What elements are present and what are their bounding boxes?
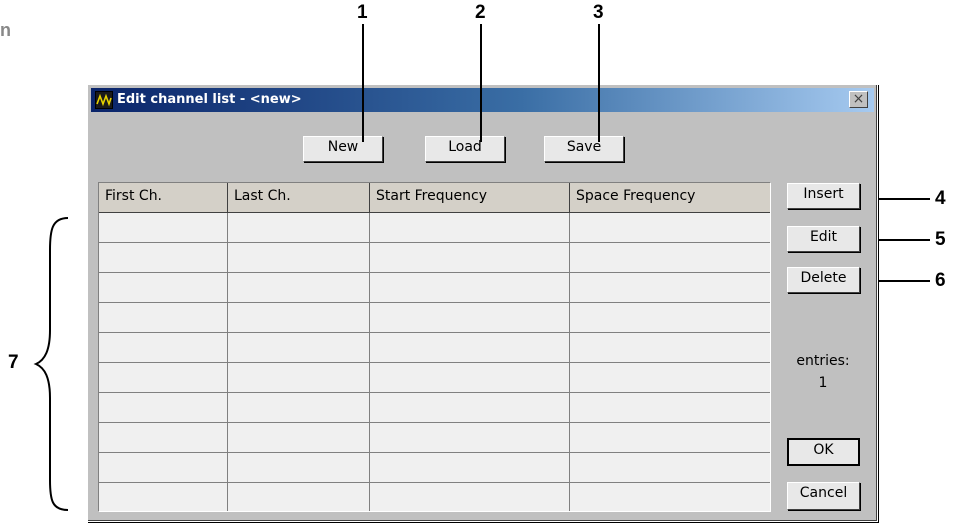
callout-5: 5 <box>935 229 946 250</box>
column-header-last-ch[interactable]: Last Ch. <box>228 183 370 213</box>
table-cell[interactable] <box>570 453 770 483</box>
entries-label: entries: <box>796 353 850 369</box>
table-row[interactable] <box>99 303 770 333</box>
table-cell[interactable] <box>370 303 570 333</box>
table-cell[interactable] <box>228 453 370 483</box>
table-row[interactable] <box>99 333 770 363</box>
table-cell[interactable] <box>570 393 770 423</box>
callout-2: 2 <box>475 2 486 23</box>
callout-6: 6 <box>935 270 946 291</box>
table-cell[interactable] <box>228 333 370 363</box>
table-cell[interactable] <box>370 483 570 511</box>
table-cell[interactable] <box>370 333 570 363</box>
table-row[interactable] <box>99 363 770 393</box>
save-button[interactable]: Save <box>544 136 624 162</box>
table-cell[interactable] <box>370 423 570 453</box>
table-row[interactable] <box>99 243 770 273</box>
column-header-first-ch[interactable]: First Ch. <box>99 183 228 213</box>
table-cell[interactable] <box>370 453 570 483</box>
table-cell[interactable] <box>228 393 370 423</box>
table-cell[interactable] <box>99 363 228 393</box>
table-cell[interactable] <box>570 483 770 511</box>
table-cell[interactable] <box>228 483 370 511</box>
table-cell[interactable] <box>228 243 370 273</box>
table-cell[interactable] <box>99 333 228 363</box>
brace-7 <box>33 217 69 511</box>
cancel-button[interactable]: Cancel <box>787 482 860 510</box>
callout-1: 1 <box>357 2 368 23</box>
table-cell[interactable] <box>99 243 228 273</box>
table-cell[interactable] <box>370 273 570 303</box>
channel-table: First Ch. Last Ch. Start Frequency Space… <box>98 182 771 512</box>
table-cell[interactable] <box>228 363 370 393</box>
table-cell[interactable] <box>228 423 370 453</box>
table-cell[interactable] <box>99 483 228 511</box>
table-cell[interactable] <box>99 303 228 333</box>
table-cell[interactable] <box>99 213 228 243</box>
table-row[interactable] <box>99 213 770 243</box>
load-button[interactable]: Load <box>425 136 505 162</box>
table-cell[interactable] <box>228 213 370 243</box>
margin-letter: n <box>0 20 11 40</box>
table-row[interactable] <box>99 483 770 511</box>
table-header: First Ch. Last Ch. Start Frequency Space… <box>99 183 770 213</box>
table-row[interactable] <box>99 393 770 423</box>
table-cell[interactable] <box>570 273 770 303</box>
table-cell[interactable] <box>99 393 228 423</box>
close-icon[interactable]: × <box>849 91 868 108</box>
table-cell[interactable] <box>99 273 228 303</box>
table-cell[interactable] <box>570 303 770 333</box>
callout-4: 4 <box>935 188 946 209</box>
edit-channel-list-dialog: Edit channel list - <new> × New Load Sav… <box>87 84 878 522</box>
insert-button[interactable]: Insert <box>787 183 860 209</box>
ok-button[interactable]: OK <box>787 438 860 466</box>
table-cell[interactable] <box>370 393 570 423</box>
table-cell[interactable] <box>570 333 770 363</box>
table-cell[interactable] <box>99 423 228 453</box>
table-row[interactable] <box>99 423 770 453</box>
entries-count: 1 <box>818 375 828 391</box>
table-row[interactable] <box>99 273 770 303</box>
column-header-space-frequency[interactable]: Space Frequency <box>570 183 770 213</box>
callout-3: 3 <box>593 2 604 23</box>
column-header-start-frequency[interactable]: Start Frequency <box>370 183 570 213</box>
window-title: Edit channel list - <new> <box>117 92 302 107</box>
oscilloscope-app-icon <box>95 91 113 109</box>
table-cell[interactable] <box>570 363 770 393</box>
title-bar[interactable]: Edit channel list - <new> × <box>91 88 874 112</box>
table-cell[interactable] <box>570 213 770 243</box>
table-cell[interactable] <box>228 273 370 303</box>
table-cell[interactable] <box>99 453 228 483</box>
table-cell[interactable] <box>570 423 770 453</box>
edit-button[interactable]: Edit <box>787 226 860 252</box>
table-cell[interactable] <box>570 243 770 273</box>
table-cell[interactable] <box>370 243 570 273</box>
table-cell[interactable] <box>370 213 570 243</box>
callout-7: 7 <box>8 352 19 373</box>
table-row[interactable] <box>99 453 770 483</box>
table-cell[interactable] <box>228 303 370 333</box>
delete-button[interactable]: Delete <box>787 267 860 293</box>
new-button[interactable]: New <box>303 136 383 162</box>
table-cell[interactable] <box>370 363 570 393</box>
